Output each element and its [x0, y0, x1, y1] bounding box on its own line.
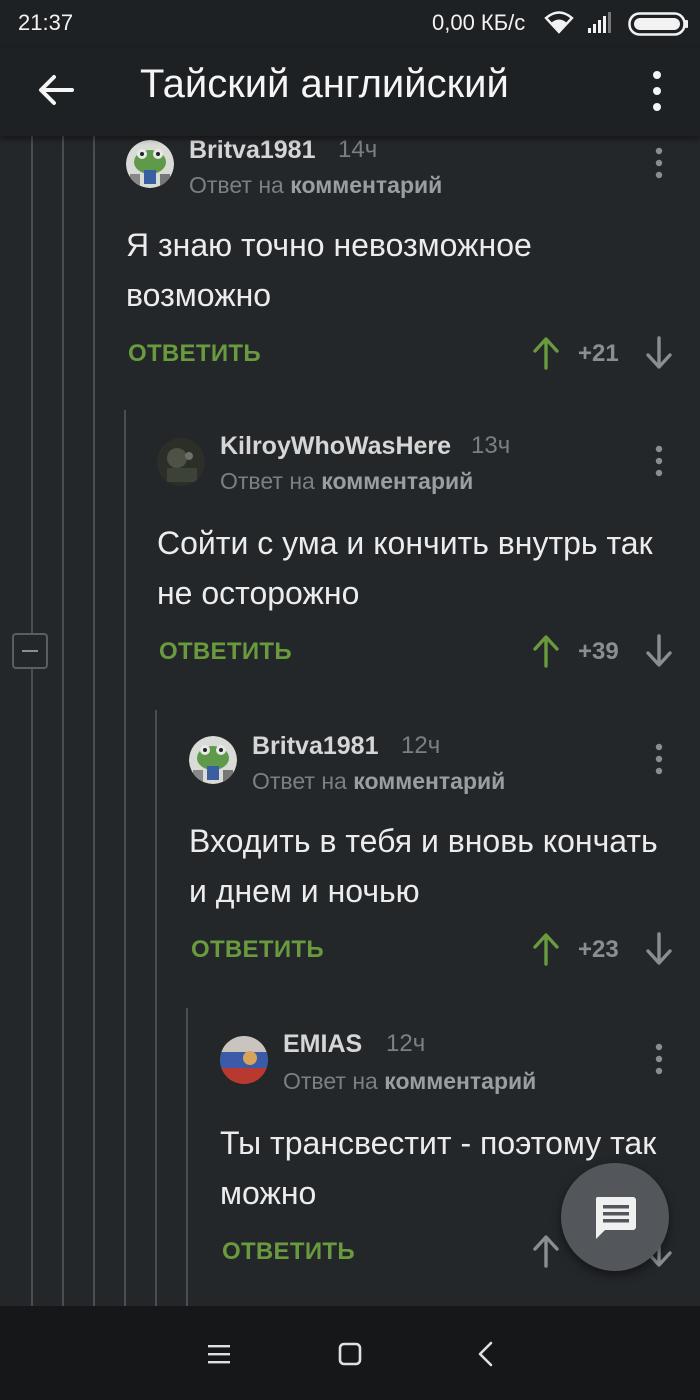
status-time: 21:37	[18, 10, 74, 35]
more-vertical-icon[interactable]	[647, 1040, 671, 1080]
reply-button[interactable]: ОТВЕТИТЬ	[222, 1238, 355, 1266]
reply-target-link[interactable]: комментарий	[290, 172, 442, 198]
page-title: Тайский английский	[140, 62, 509, 106]
more-vertical-icon[interactable]	[647, 740, 671, 780]
reply-prefix: Ответ на	[252, 768, 347, 794]
reply-target-link[interactable]: комментарий	[384, 1068, 536, 1094]
frog-avatar	[189, 736, 237, 784]
thread-line	[124, 410, 126, 1306]
wifi-icon	[544, 11, 574, 34]
home-square-icon[interactable]	[332, 1336, 368, 1372]
comment-score: +21	[578, 340, 619, 367]
comment-time: 12ч	[386, 1030, 426, 1057]
comment-author[interactable]: Britva1981	[252, 732, 378, 761]
back-chevron-icon[interactable]	[468, 1336, 504, 1372]
avatar[interactable]	[220, 1036, 268, 1084]
reply-to[interactable]: Ответ на комментарий	[220, 468, 473, 495]
app-bar: Тайский английский	[0, 48, 700, 136]
more-vertical-icon[interactable]	[647, 144, 671, 184]
reply-button[interactable]: ОТВЕТИТЬ	[191, 936, 324, 964]
comment-time: 13ч	[471, 432, 511, 459]
comment-time: 14ч	[338, 136, 378, 163]
reply-to[interactable]: Ответ на комментарий	[283, 1068, 536, 1095]
reply-to[interactable]: Ответ на комментарий	[252, 768, 505, 795]
arrow-up-icon[interactable]	[532, 1234, 560, 1268]
signal-icon	[588, 12, 611, 33]
more-vertical-icon[interactable]	[647, 442, 671, 482]
arrow-down-icon[interactable]	[645, 932, 673, 966]
comment-author[interactable]: KilroyWhoWasHere	[220, 432, 451, 461]
arrow-left-icon[interactable]	[34, 68, 78, 112]
comment-score: +39	[578, 638, 619, 665]
arrow-down-icon[interactable]	[645, 634, 673, 668]
comment-score: +23	[578, 936, 619, 963]
reply-target-link[interactable]: комментарий	[353, 768, 505, 794]
reply-to[interactable]: Ответ на комментарий	[189, 172, 442, 199]
collapse-thread-button[interactable]	[12, 633, 48, 669]
avatar[interactable]	[189, 736, 237, 784]
reply-prefix: Ответ на	[189, 172, 284, 198]
comment-time: 12ч	[401, 732, 441, 759]
avatar[interactable]	[157, 438, 205, 486]
thread-line	[93, 136, 95, 1306]
comment: Britva1981 12ч Ответ на комментарий Вход…	[189, 732, 700, 992]
arrow-down-icon[interactable]	[645, 336, 673, 370]
reply-prefix: Ответ на	[220, 468, 315, 494]
comment-text: Я знаю точно невозможное возможно	[126, 227, 532, 313]
avatar[interactable]	[126, 140, 174, 188]
comment: Britva1981 14ч Ответ на комментарий Я зн…	[126, 136, 700, 396]
network-speed: 0,00 КБ/с	[432, 10, 526, 35]
thread-line	[62, 136, 64, 1306]
thread-line	[31, 669, 33, 1306]
reply-target-link[interactable]: комментарий	[321, 468, 473, 494]
battery-icon	[628, 12, 688, 36]
comment-text: Входить в тебя и вновь кончать и днем и …	[189, 823, 658, 909]
reply-button[interactable]: ОТВЕТИТЬ	[159, 638, 292, 666]
status-bar: 21:37 0,00 КБ/с	[0, 0, 700, 48]
comment-icon	[595, 1197, 636, 1239]
thread-line	[155, 710, 157, 1306]
frog-avatar	[126, 140, 174, 188]
menu-icon[interactable]	[201, 1336, 237, 1372]
flag-avatar	[220, 1036, 268, 1084]
comment-text: Сойти с ума и кончить внутрь так не осто…	[157, 525, 653, 611]
thread-line	[31, 136, 33, 633]
arrow-up-icon[interactable]	[532, 336, 560, 370]
dark-photo-avatar	[157, 438, 205, 486]
system-nav-bar	[0, 1306, 700, 1400]
reply-button[interactable]: ОТВЕТИТЬ	[128, 340, 261, 368]
arrow-up-icon[interactable]	[532, 932, 560, 966]
comment-author[interactable]: EMIAS	[283, 1030, 362, 1059]
comment-thread: Britva1981 14ч Ответ на комментарий Я зн…	[0, 136, 700, 1306]
new-comment-button[interactable]	[561, 1163, 669, 1271]
thread-line	[186, 1008, 188, 1306]
more-vertical-icon[interactable]	[642, 66, 672, 116]
comment: KilroyWhoWasHere 13ч Ответ на комментари…	[157, 432, 700, 692]
comment-author[interactable]: Britva1981	[189, 136, 315, 165]
arrow-up-icon[interactable]	[532, 634, 560, 668]
reply-prefix: Ответ на	[283, 1068, 378, 1094]
